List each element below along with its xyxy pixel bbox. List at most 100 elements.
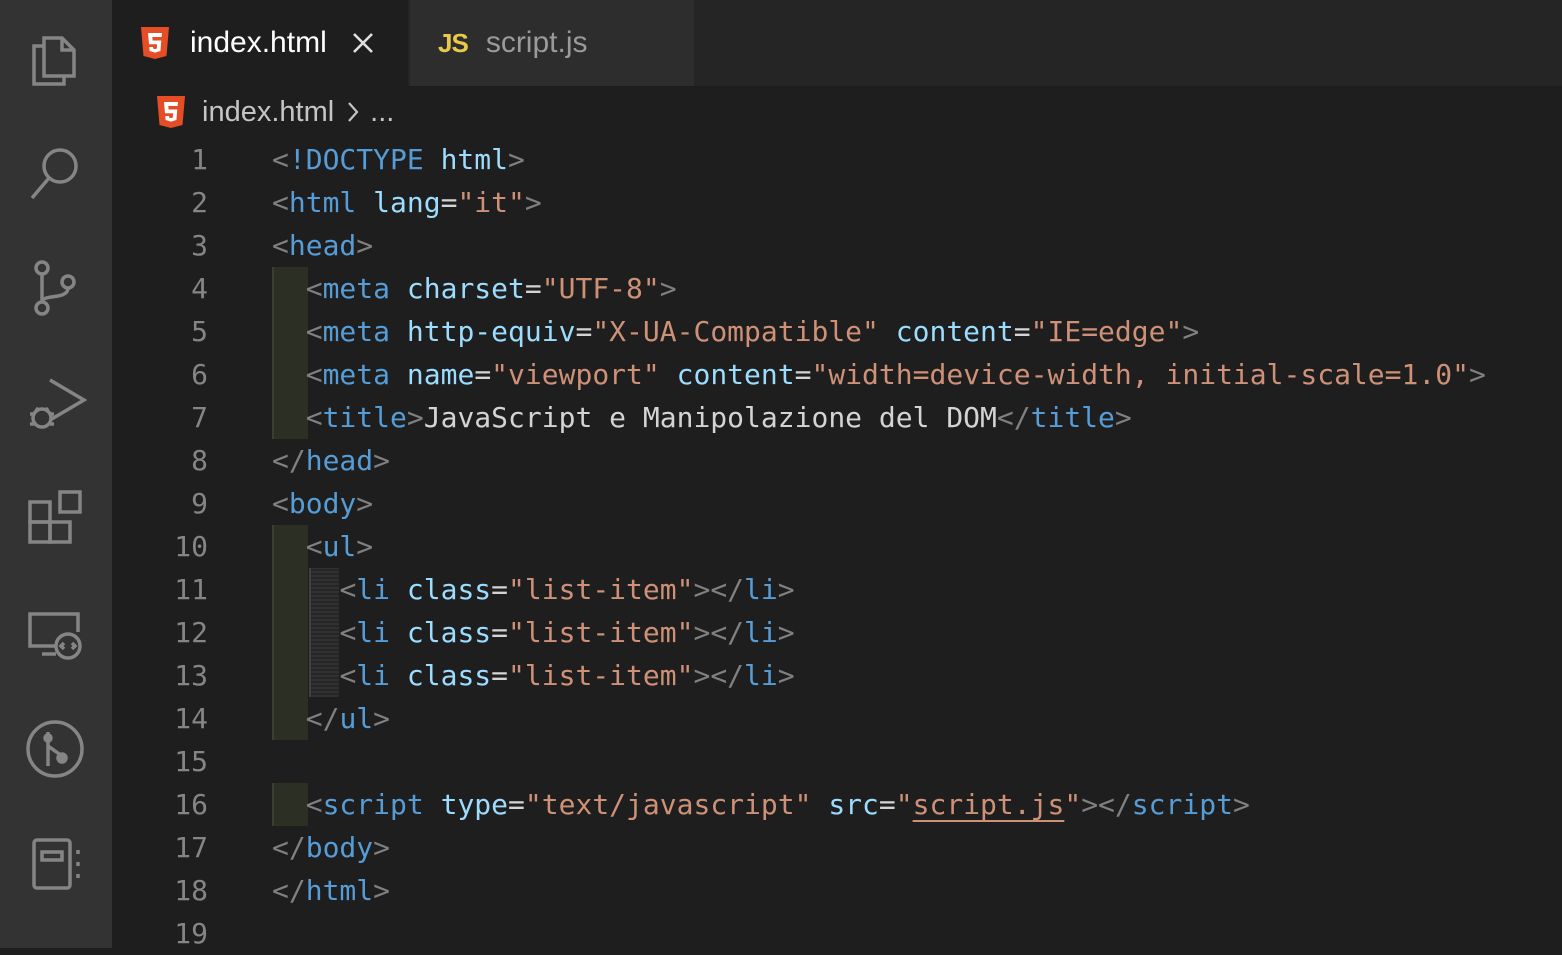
line-code: <head>: [272, 224, 373, 267]
code-token: li: [356, 573, 391, 606]
code-line[interactable]: 9 <body>: [112, 482, 1562, 525]
remote-explorer-icon[interactable]: [22, 602, 88, 668]
line-number: 18: [174, 874, 208, 907]
line-number: 12: [174, 616, 208, 649]
code-line[interactable]: 5 <meta http-equiv="X-UA-Compatible" con…: [112, 310, 1562, 353]
code-line[interactable]: 4 <meta charset="UTF-8">: [112, 267, 1562, 310]
run-debug-icon[interactable]: [22, 370, 88, 436]
html5-icon: [141, 27, 169, 59]
tab-script-js[interactable]: JS script.js: [410, 0, 694, 86]
files-icon[interactable]: [22, 24, 88, 90]
code-token: >: [1182, 315, 1200, 348]
search-icon[interactable]: [22, 140, 88, 206]
code-token: !DOCTYPE: [288, 143, 424, 176]
code-line[interactable]: 12 <li class="list-item"></li>: [112, 611, 1562, 654]
activity-bar: [0, 0, 112, 948]
code-token: >: [373, 874, 391, 907]
code-token: script: [1131, 788, 1233, 821]
code-token: =: [491, 616, 509, 649]
source-control-icon[interactable]: [22, 256, 88, 322]
code-token: <: [305, 358, 323, 391]
code-editor[interactable]: 1 <!DOCTYPE html> 2 <html lang="it"> 3 <head>…: [112, 138, 1562, 950]
code-line[interactable]: 1 <!DOCTYPE html>: [112, 138, 1562, 181]
code-token: </: [305, 702, 340, 735]
code-line[interactable]: 10 <ul>: [112, 525, 1562, 568]
code-token: =: [1013, 315, 1031, 348]
code-line[interactable]: 3 <head>: [112, 224, 1562, 267]
line-number: 10: [174, 530, 208, 563]
breadcrumb-ellipsis[interactable]: ...: [370, 96, 394, 129]
code-line[interactable]: 17 </body>: [112, 826, 1562, 869]
code-token: ></: [693, 659, 745, 692]
code-line[interactable]: 19: [112, 912, 1562, 955]
code-line[interactable]: 8 </head>: [112, 439, 1562, 482]
line-number: 6: [191, 358, 208, 391]
code-token: li: [744, 616, 778, 649]
code-token: =: [474, 358, 492, 391]
code-token: =: [524, 272, 542, 305]
code-token: "UTF-8": [541, 272, 660, 305]
js-icon: JS: [438, 27, 469, 58]
code-token: script: [322, 788, 424, 821]
line-code: <body>: [272, 482, 373, 525]
code-token: </: [272, 831, 306, 864]
code-line[interactable]: 6 <meta name="viewport" content="width=d…: [112, 353, 1562, 396]
code-token: <: [272, 186, 289, 219]
code-token: >: [356, 487, 374, 520]
code-token: content: [895, 315, 1014, 348]
line-code: <li class="list-item"></li>: [272, 568, 794, 611]
breadcrumb: index.html ...: [112, 86, 1562, 138]
line-code: <script type="text/javascript" src="scri…: [272, 783, 1250, 826]
code-line[interactable]: 2 <html lang="it">: [112, 181, 1562, 224]
line-code: <meta charset="UTF-8">: [272, 267, 677, 310]
notebook-icon[interactable]: [22, 832, 88, 898]
line-code: <meta name="viewport" content="width=dev…: [272, 353, 1486, 396]
code-line[interactable]: 16 <script type="text/javascript" src="s…: [112, 783, 1562, 826]
code-token: html: [305, 874, 374, 907]
line-number: 13: [174, 659, 208, 692]
line-number: 9: [191, 487, 208, 520]
code-token: =: [491, 659, 509, 692]
code-token: =: [878, 788, 896, 821]
code-token: <: [272, 143, 289, 176]
line-number: 1: [191, 143, 208, 176]
code-token: content: [676, 358, 795, 391]
tab-index-html[interactable]: index.html: [112, 0, 408, 86]
line-code: </head>: [272, 439, 390, 482]
code-line[interactable]: 18 </html>: [112, 869, 1562, 912]
line-code: <html lang="it">: [272, 181, 542, 224]
code-token: >: [508, 143, 525, 176]
code-line[interactable]: 11 <li class="list-item"></li>: [112, 568, 1562, 611]
code-token: <: [272, 487, 289, 520]
code-token: =: [794, 358, 812, 391]
breadcrumb-file[interactable]: index.html: [202, 96, 334, 129]
line-code: <title>JavaScript e Manipolazione del DO…: [272, 396, 1132, 439]
code-token: >: [1468, 358, 1486, 391]
code-token: <: [305, 401, 323, 434]
code-line[interactable]: 15: [112, 740, 1562, 783]
code-token: ul: [322, 530, 357, 563]
tab-bar: index.html JS script.js: [112, 0, 1562, 86]
code-token: name: [406, 358, 475, 391]
code-token: title: [322, 401, 407, 434]
code-line[interactable]: 14 </ul>: [112, 697, 1562, 740]
code-token: ></: [693, 573, 745, 606]
extensions-icon[interactable]: [22, 486, 88, 552]
code-token: "IE=edge": [1030, 315, 1183, 348]
code-token: >: [356, 530, 374, 563]
code-line[interactable]: 13 <li class="list-item"></li>: [112, 654, 1562, 697]
close-icon[interactable]: [351, 31, 375, 55]
code-token: =: [491, 573, 509, 606]
line-code: <li class="list-item"></li>: [272, 611, 794, 654]
git-graph-icon[interactable]: [22, 716, 88, 782]
line-number: 17: [174, 831, 208, 864]
code-line[interactable]: 7 <title>JavaScript e Manipolazione del …: [112, 396, 1562, 439]
